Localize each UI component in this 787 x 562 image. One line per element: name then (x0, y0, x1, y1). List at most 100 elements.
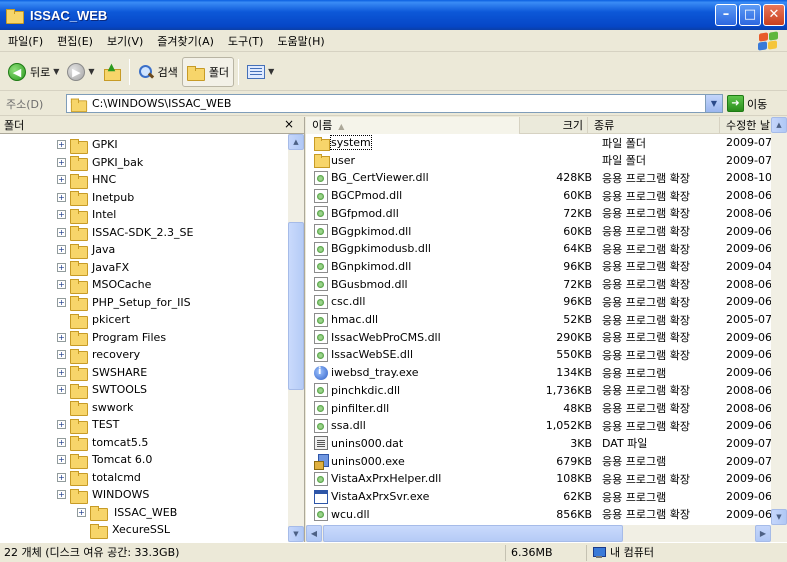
column-name[interactable]: 이름 ▲ (306, 117, 520, 134)
tree-item[interactable]: + recovery (57, 346, 140, 364)
expand-toggle-icon[interactable]: + (57, 385, 66, 394)
address-dropdown-button[interactable]: ▼ (705, 95, 722, 112)
file-row[interactable]: iwebsd_tray.exe 134KB 응용 프로그램 2009-06-: (306, 364, 771, 381)
search-button[interactable]: 검색 (134, 57, 182, 87)
scroll-down-button[interactable]: ▼ (288, 526, 304, 542)
file-row[interactable]: BGusbmod.dll 72KB 응용 프로그램 확장 2008-06-: (306, 276, 771, 293)
expand-toggle-icon[interactable]: + (57, 280, 66, 289)
folder-pane-close-button[interactable]: × (284, 117, 294, 131)
tree-item[interactable]: + Java (57, 241, 115, 259)
tree-item[interactable]: + PHP_Setup_for_IIS (57, 294, 191, 311)
scroll-up-button[interactable]: ▲ (771, 117, 787, 133)
scroll-up-button[interactable]: ▲ (288, 134, 304, 150)
column-size[interactable]: 크기 (520, 117, 588, 134)
tree-item[interactable]: + GPKI_bak (57, 154, 143, 171)
file-list-scrollbar[interactable]: ▲ ▼ (771, 117, 787, 525)
go-button[interactable]: ➜ 이동 (727, 95, 767, 112)
menu-file[interactable]: 파일(F) (0, 33, 50, 49)
menu-view[interactable]: 보기(V) (100, 33, 150, 49)
expand-toggle-icon[interactable]: + (57, 140, 66, 149)
tree-item[interactable]: + tomcat5.5 (57, 434, 148, 451)
hscroll-thumb[interactable] (323, 525, 623, 542)
menu-edit[interactable]: 편집(E) (50, 33, 100, 49)
tree-item[interactable]: XecureSSL (77, 521, 170, 539)
menu-favorites[interactable]: 즐겨찾기(A) (150, 33, 221, 49)
file-row[interactable]: user 파일 폴더 2009-07-: (306, 152, 771, 169)
tree-item[interactable]: swwork (57, 399, 133, 416)
tree-item[interactable]: + MSOCache (57, 276, 151, 294)
views-button[interactable]: ▼ (243, 57, 278, 87)
chevron-down-icon[interactable]: ▼ (268, 67, 274, 76)
tree-item[interactable]: + totalcmd (57, 469, 141, 486)
expand-toggle-icon[interactable]: + (77, 507, 86, 517)
close-button[interactable]: ✕ (763, 4, 785, 26)
tree-item[interactable]: pkicert (57, 311, 130, 329)
expand-toggle-icon[interactable]: + (57, 192, 66, 202)
tree-item[interactable]: + SWSHARE (57, 364, 147, 381)
tree-item[interactable]: + Program Files (57, 329, 166, 346)
file-row[interactable]: BGCPmod.dll 60KB 응용 프로그램 확장 2008-06-: (306, 187, 771, 204)
expand-toggle-icon[interactable]: + (57, 227, 66, 237)
file-row[interactable]: BGgpkimod.dll 60KB 응용 프로그램 확장 2009-06-: (306, 223, 771, 240)
expand-toggle-icon[interactable]: + (57, 262, 66, 272)
tree-item[interactable]: + HNC (57, 171, 116, 189)
minimize-button[interactable]: – (715, 4, 737, 26)
file-row[interactable]: hmac.dll 52KB 응용 프로그램 확장 2005-07-: (306, 311, 771, 328)
file-row[interactable]: csc.dll 96KB 응용 프로그램 확장 2009-06- (306, 293, 771, 310)
expand-toggle-icon[interactable]: + (57, 420, 66, 429)
expand-toggle-icon[interactable]: + (57, 367, 66, 377)
back-button[interactable]: ◀ 뒤로 ▼ (4, 57, 63, 87)
chevron-down-icon[interactable]: ▼ (88, 67, 94, 76)
expand-toggle-icon[interactable]: + (57, 157, 66, 167)
file-list-hscrollbar[interactable]: ◀ ▶ (306, 525, 787, 542)
menu-help[interactable]: 도움말(H) (270, 33, 331, 49)
column-type[interactable]: 종류 (588, 117, 720, 134)
file-row[interactable]: unins000.dat 3KB DAT 파일 2009-07-: (306, 435, 771, 452)
expand-toggle-icon[interactable]: + (57, 297, 66, 307)
expand-toggle-icon[interactable]: + (57, 332, 66, 342)
file-row[interactable]: ssa.dll 1,052KB 응용 프로그램 확장 2009-06- (306, 417, 771, 434)
tree-item[interactable]: + Intel (57, 206, 116, 224)
scroll-thumb[interactable] (288, 222, 304, 390)
expand-toggle-icon[interactable]: + (57, 350, 66, 359)
expand-toggle-icon[interactable]: + (57, 175, 66, 184)
expand-toggle-icon[interactable]: + (57, 455, 66, 464)
tree-item[interactable]: + ISSAC-SDK_2.3_SE (57, 224, 194, 241)
file-row[interactable]: system 파일 폴더 2009-07-: (306, 134, 771, 151)
file-row[interactable]: pinfilter.dll 48KB 응용 프로그램 확장 2008-06-: (306, 400, 771, 417)
file-row[interactable]: BG_CertViewer.dll 428KB 응용 프로그램 확장 2008-10- (306, 169, 771, 186)
file-row[interactable]: wcu.dll 856KB 응용 프로그램 확장 2009-06-: (306, 506, 771, 523)
expand-toggle-icon[interactable]: + (57, 245, 66, 254)
folder-pane-scrollbar[interactable]: ▲ ▼ (288, 134, 304, 542)
tree-item[interactable]: + TEST (57, 416, 119, 434)
tree-item[interactable]: + GPKI (57, 136, 118, 154)
tree-item[interactable]: + JavaFX (57, 259, 129, 276)
chevron-down-icon[interactable]: ▼ (53, 67, 59, 76)
tree-item[interactable]: + WINDOWS (57, 486, 149, 504)
tree-item[interactable]: + SWTOOLS (57, 381, 147, 399)
tree-item[interactable]: + Tomcat 6.0 (57, 451, 152, 469)
expand-toggle-icon[interactable]: + (57, 490, 66, 499)
up-button[interactable] (99, 57, 125, 87)
expand-toggle-icon[interactable]: + (57, 472, 66, 482)
file-row[interactable]: VistaAxPrxSvr.exe 62KB 응용 프로그램 2009-06-: (306, 488, 771, 505)
scroll-right-button[interactable]: ▶ (755, 525, 771, 542)
file-row[interactable]: BGfpmod.dll 72KB 응용 프로그램 확장 2008-06-: (306, 205, 771, 222)
file-row[interactable]: unins000.exe 679KB 응용 프로그램 2009-07-: (306, 453, 771, 471)
file-row[interactable]: BGgpkimodusb.dll 64KB 응용 프로그램 확장 2009-06-: (306, 240, 771, 257)
title-bar[interactable]: ISSAC_WEB – □ ✕ (0, 0, 787, 30)
file-row[interactable]: BGnpkimod.dll 96KB 응용 프로그램 확장 2009-04-: (306, 258, 771, 275)
forward-button[interactable]: ▶ ▼ (63, 57, 98, 87)
folders-button[interactable]: 폴더 (181, 56, 235, 87)
scroll-left-button[interactable]: ◀ (306, 525, 322, 542)
expand-toggle-icon[interactable]: + (57, 210, 66, 219)
address-path[interactable]: C:\WINDOWS\ISSAC_WEB (92, 97, 231, 110)
file-row[interactable]: IssacWebProCMS.dll 290KB 응용 프로그램 확장 2009-06… (306, 329, 771, 346)
maximize-button[interactable]: □ (739, 4, 761, 26)
address-input[interactable]: C:\WINDOWS\ISSAC_WEB ▼ (66, 94, 723, 113)
menu-tools[interactable]: 도구(T) (221, 33, 271, 49)
expand-toggle-icon[interactable]: + (57, 437, 66, 447)
tree-item[interactable]: + ISSAC_WEB (77, 504, 180, 521)
file-row[interactable]: pinchkdic.dll 1,736KB 응용 프로그램 확장 2008-06-: (306, 382, 771, 399)
tree-item[interactable]: + Inetpub (57, 189, 134, 206)
